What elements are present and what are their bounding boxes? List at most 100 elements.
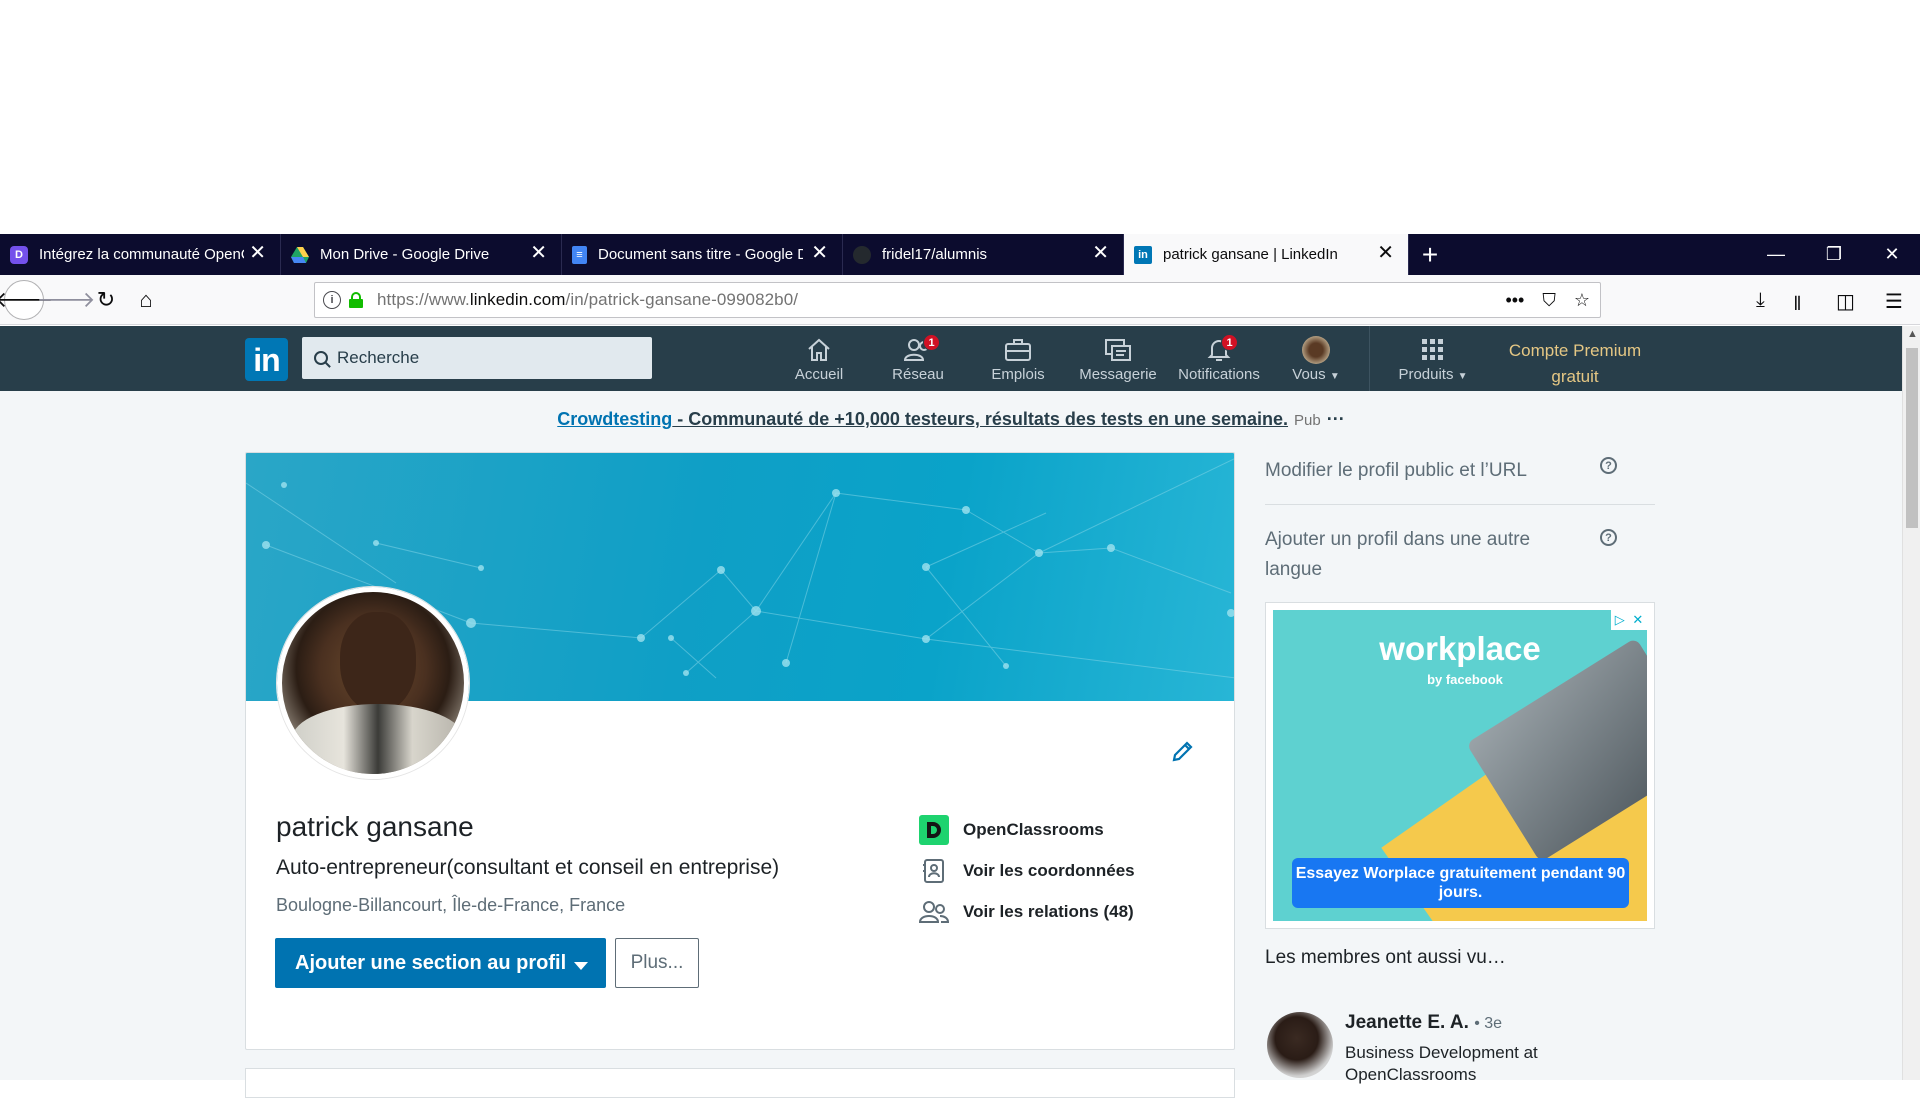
- nav-messagerie[interactable]: Messagerie: [1078, 336, 1158, 386]
- tab-title: Intégrez la communauté OpenC: [39, 246, 244, 263]
- info-icon[interactable]: i: [323, 291, 341, 309]
- page-actions-icon[interactable]: •••: [1505, 290, 1524, 311]
- close-icon[interactable]: ✕: [811, 243, 828, 263]
- members-also-viewed-title: Les membres ont aussi vu…: [1265, 947, 1506, 968]
- help-icon[interactable]: ?: [1600, 457, 1617, 474]
- people-icon: [919, 897, 949, 927]
- avatar: [1302, 336, 1330, 364]
- scrollbar[interactable]: ▲: [1902, 326, 1920, 1080]
- profile-name: patrick gansane: [276, 811, 474, 842]
- profile-headline: Auto-entrepreneur(consultant et conseil …: [276, 856, 780, 879]
- nav-emplois[interactable]: Emplois: [986, 336, 1050, 386]
- linkedin-header: in Recherche Accueil 1 Réseau Emplois Me…: [0, 326, 1902, 391]
- tab-title: patrick gansane | LinkedIn: [1163, 246, 1338, 263]
- close-icon[interactable]: ✕: [530, 243, 547, 263]
- nav-reseau[interactable]: 1 Réseau: [886, 334, 950, 386]
- download-icon[interactable]: ⤓: [1756, 289, 1765, 312]
- sponsored-text-ad: Crowdtesting - Communauté de +10,000 tes…: [0, 409, 1902, 430]
- company-link[interactable]: OpenClassrooms: [919, 809, 1135, 850]
- bookmark-star-icon[interactable]: ☆: [1574, 290, 1590, 311]
- github-icon: [853, 245, 871, 264]
- linkedin-icon: in: [1134, 245, 1152, 264]
- member-photo[interactable]: [1267, 1012, 1333, 1078]
- apps-grid-icon: [1393, 336, 1473, 364]
- menu-icon[interactable]: ☰: [1885, 289, 1903, 314]
- tab-openclassrooms[interactable]: D Intégrez la communauté OpenC ✕: [0, 234, 281, 275]
- workplace-logo: workplace by facebook: [1379, 630, 1541, 687]
- scrollbar-thumb[interactable]: [1906, 348, 1918, 528]
- openclassrooms-icon: D: [10, 245, 28, 264]
- workplace-ad-image[interactable]: workplace by facebook Essayez Worplace g…: [1273, 610, 1647, 921]
- navigation-bar: 🡐 🡒 ↻ ⌂ i https://www.linkedin.com/in/pa…: [0, 275, 1920, 325]
- tab-title: Mon Drive - Google Drive: [320, 246, 490, 263]
- google-docs-icon: ≡: [572, 245, 587, 264]
- connection-degree: • 3e: [1474, 1015, 1503, 1032]
- nav-notifications[interactable]: 1 Notifications: [1174, 334, 1264, 386]
- lock-icon[interactable]: [349, 292, 363, 308]
- tab-linkedin[interactable]: in patrick gansane | LinkedIn ✕: [1124, 234, 1409, 275]
- nav-accueil[interactable]: Accueil: [787, 336, 851, 386]
- add-language-profile-link[interactable]: Ajouter un profil dans une autre langue …: [1265, 505, 1617, 585]
- blank-area: [0, 0, 1920, 234]
- openclassrooms-logo: [919, 814, 949, 845]
- premium-link[interactable]: Compte Premium gratuit: [1485, 338, 1665, 390]
- scroll-up-icon[interactable]: ▲: [1907, 328, 1918, 340]
- close-icon[interactable]: ✕: [1377, 243, 1394, 263]
- more-button[interactable]: Plus...: [615, 938, 699, 988]
- profile-side-links: OpenClassrooms Voir les coordonnées Voir…: [919, 809, 1135, 932]
- connections-link[interactable]: Voir les relations (48): [919, 891, 1135, 932]
- display-ad[interactable]: workplace by facebook Essayez Worplace g…: [1265, 602, 1655, 929]
- chevron-down-icon: ▼: [1457, 371, 1468, 382]
- network-icon: 1: [886, 334, 950, 364]
- more-options-icon[interactable]: ···: [1327, 409, 1345, 429]
- contact-card-icon: [919, 856, 949, 886]
- caret-down-icon: [574, 962, 588, 970]
- profile-location: Boulogne-Billancourt, Île-de-France, Fra…: [276, 895, 626, 915]
- edit-pencil-icon[interactable]: [1171, 739, 1195, 763]
- search-icon: [314, 351, 328, 365]
- notification-badge: 1: [1221, 334, 1238, 351]
- pocket-icon[interactable]: ⛉: [1542, 290, 1556, 311]
- briefcase-icon: [986, 336, 1050, 364]
- close-icon[interactable]: ✕: [1092, 243, 1109, 263]
- tab-google-docs[interactable]: ≡ Document sans titre - Google D ✕: [562, 234, 843, 275]
- notification-badge: 1: [923, 334, 940, 351]
- library-icon[interactable]: 𝍪: [1794, 289, 1801, 323]
- tab-title: Document sans titre - Google D: [598, 246, 803, 263]
- new-tab-button[interactable]: +: [1409, 234, 1451, 275]
- url-text[interactable]: https://www.linkedin.com/in/patrick-gans…: [377, 290, 798, 310]
- ad-link[interactable]: Crowdtesting: [557, 409, 672, 429]
- forward-button[interactable]: 🡒: [37, 280, 96, 320]
- tab-github[interactable]: fridel17/alumnis ✕: [843, 234, 1124, 275]
- nav-produits[interactable]: Produits ▼: [1393, 336, 1473, 386]
- messaging-icon: [1078, 336, 1158, 364]
- add-profile-section-button[interactable]: Ajouter une section au profil: [275, 938, 606, 988]
- linkedin-logo[interactable]: in: [245, 338, 288, 381]
- close-window-button[interactable]: ✕: [1864, 234, 1920, 275]
- profile-card: patrick gansane Auto-entrepreneur(consul…: [245, 452, 1235, 1050]
- home-button[interactable]: ⌂: [126, 280, 166, 320]
- search-input[interactable]: Recherche: [302, 337, 652, 379]
- url-bar[interactable]: i https://www.linkedin.com/in/patrick-ga…: [314, 282, 1601, 318]
- help-icon[interactable]: ?: [1600, 529, 1617, 546]
- contact-info-link[interactable]: Voir les coordonnées: [919, 850, 1135, 891]
- nav-divider: [1369, 326, 1370, 391]
- chevron-down-icon: ▼: [1329, 371, 1340, 382]
- ad-text[interactable]: - Communauté de +10,000 testeurs, résult…: [672, 409, 1288, 429]
- ad-choices-icon[interactable]: ▷ ✕: [1611, 610, 1647, 630]
- sidebar-icon[interactable]: ◫: [1836, 289, 1855, 314]
- nav-vous[interactable]: Vous ▼: [1290, 336, 1342, 386]
- profile-photo[interactable]: [277, 587, 469, 779]
- ad-cta-button[interactable]: Essayez Worplace gratuitement pendant 90…: [1292, 858, 1629, 908]
- tab-title: fridel17/alumnis: [882, 246, 988, 263]
- edit-public-profile-link[interactable]: Modifier le profil public et l’URL ?: [1265, 452, 1655, 504]
- reload-button[interactable]: ↻: [86, 280, 126, 320]
- bell-icon: 1: [1174, 334, 1264, 364]
- tab-google-drive[interactable]: Mon Drive - Google Drive ✕: [281, 234, 562, 275]
- restore-button[interactable]: ❐: [1806, 234, 1862, 275]
- member-role: Business Development at OpenClassrooms: [1345, 1043, 1538, 1084]
- home-icon: [787, 336, 851, 364]
- minimize-button[interactable]: —: [1748, 234, 1804, 275]
- member-name: Jeanette E. A.: [1345, 1012, 1469, 1033]
- close-icon[interactable]: ✕: [249, 243, 266, 263]
